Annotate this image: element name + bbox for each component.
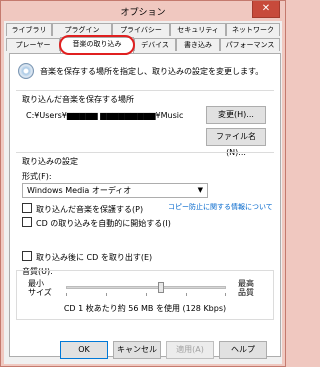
tab-label: ライブラリ	[11, 26, 47, 34]
tab-label: プラグイン	[64, 26, 100, 34]
options-window: オプション ✕ ライブラリ プラグイン プライバシー セキュリティ ネットワーク…	[0, 0, 286, 367]
window-title: オプション	[120, 8, 166, 18]
divider	[16, 152, 274, 153]
rip-settings-label: 取り込みの設定	[22, 157, 78, 166]
filename-button[interactable]: ファイル名(N)...	[206, 128, 266, 157]
slider-tick	[225, 293, 226, 296]
divider	[16, 90, 274, 91]
copy-protect-info-link[interactable]: コピー防止に関する情報について	[168, 202, 273, 212]
slider-track	[66, 286, 226, 289]
eject-checkbox[interactable]	[22, 251, 32, 261]
tab-security[interactable]: セキュリティ	[170, 23, 226, 36]
panel-description: 音楽を保存する場所を指定し、取り込みの設定を変更します。	[40, 67, 264, 76]
change-location-button[interactable]: 変更(H)...	[206, 106, 266, 124]
copy-protect-checkbox[interactable]	[22, 203, 32, 213]
auto-rip-label: CD の取り込みを自動的に開始する(I)	[36, 219, 171, 228]
tab-label: パフォーマンス	[225, 41, 275, 49]
save-location-path: C:¥Users¥▆▆▆▆▆ ▆▆▆▆▆▆▆▆▆¥Music	[26, 111, 184, 120]
tab-label: プライバシー	[120, 26, 162, 34]
apply-button[interactable]: 適用(A)	[166, 341, 214, 359]
slider-tick	[186, 293, 187, 296]
slider-tick	[66, 293, 67, 296]
save-location-label: 取り込んだ音楽を保存する場所	[22, 95, 134, 104]
titlebar[interactable]: オプション ✕	[1, 1, 285, 21]
quality-summary: CD 1 枚あたり約 56 MB を使用 (128 Kbps)	[63, 304, 227, 313]
format-label: 形式(F):	[22, 172, 52, 181]
slider-tick	[106, 293, 107, 296]
selected-tab-highlight	[59, 35, 135, 55]
tab-label: デバイス	[141, 41, 169, 49]
tab-library[interactable]: ライブラリ	[6, 23, 52, 36]
format-select[interactable]: Windows Media オーディオ ▼	[22, 183, 208, 198]
slider-thumb[interactable]	[158, 282, 164, 293]
tab-label: セキュリティ	[177, 26, 219, 34]
tab-label: 書き込み	[184, 41, 212, 49]
close-button[interactable]: ✕	[252, 1, 280, 18]
slider-tick	[146, 293, 147, 296]
min-size-label: 最小 サイズ	[28, 279, 52, 297]
quality-slider[interactable]	[66, 282, 226, 296]
tab-label: ネットワーク	[232, 26, 274, 34]
close-icon: ✕	[261, 3, 271, 14]
auto-rip-checkbox[interactable]	[22, 217, 32, 227]
tab-performance[interactable]: パフォーマンス	[220, 38, 280, 51]
tab-devices[interactable]: デバイス	[134, 38, 176, 51]
tab-label: プレーヤー	[15, 41, 51, 49]
format-value: Windows Media オーディオ	[27, 186, 132, 195]
ok-button[interactable]: OK	[60, 341, 108, 359]
eject-label: 取り込み後に CD を取り出す(E)	[36, 253, 153, 262]
tab-player[interactable]: プレーヤー	[6, 38, 60, 51]
tab-network[interactable]: ネットワーク	[226, 23, 280, 36]
tab-burn[interactable]: 書き込み	[176, 38, 220, 51]
max-quality-label: 最高 品質	[238, 279, 254, 297]
copy-protect-label: 取り込んだ音楽を保護する(P)	[36, 205, 144, 214]
cancel-button[interactable]: キャンセル	[113, 341, 161, 359]
rip-music-panel: 音楽を保存する場所を指定し、取り込みの設定を変更します。 取り込んだ音楽を保存す…	[9, 53, 281, 357]
help-button[interactable]: ヘルプ	[219, 341, 267, 359]
chevron-down-icon: ▼	[197, 186, 203, 194]
dialog-client: ライブラリ プラグイン プライバシー セキュリティ ネットワーク プレーヤー 音…	[4, 21, 282, 364]
cd-icon	[18, 63, 34, 79]
